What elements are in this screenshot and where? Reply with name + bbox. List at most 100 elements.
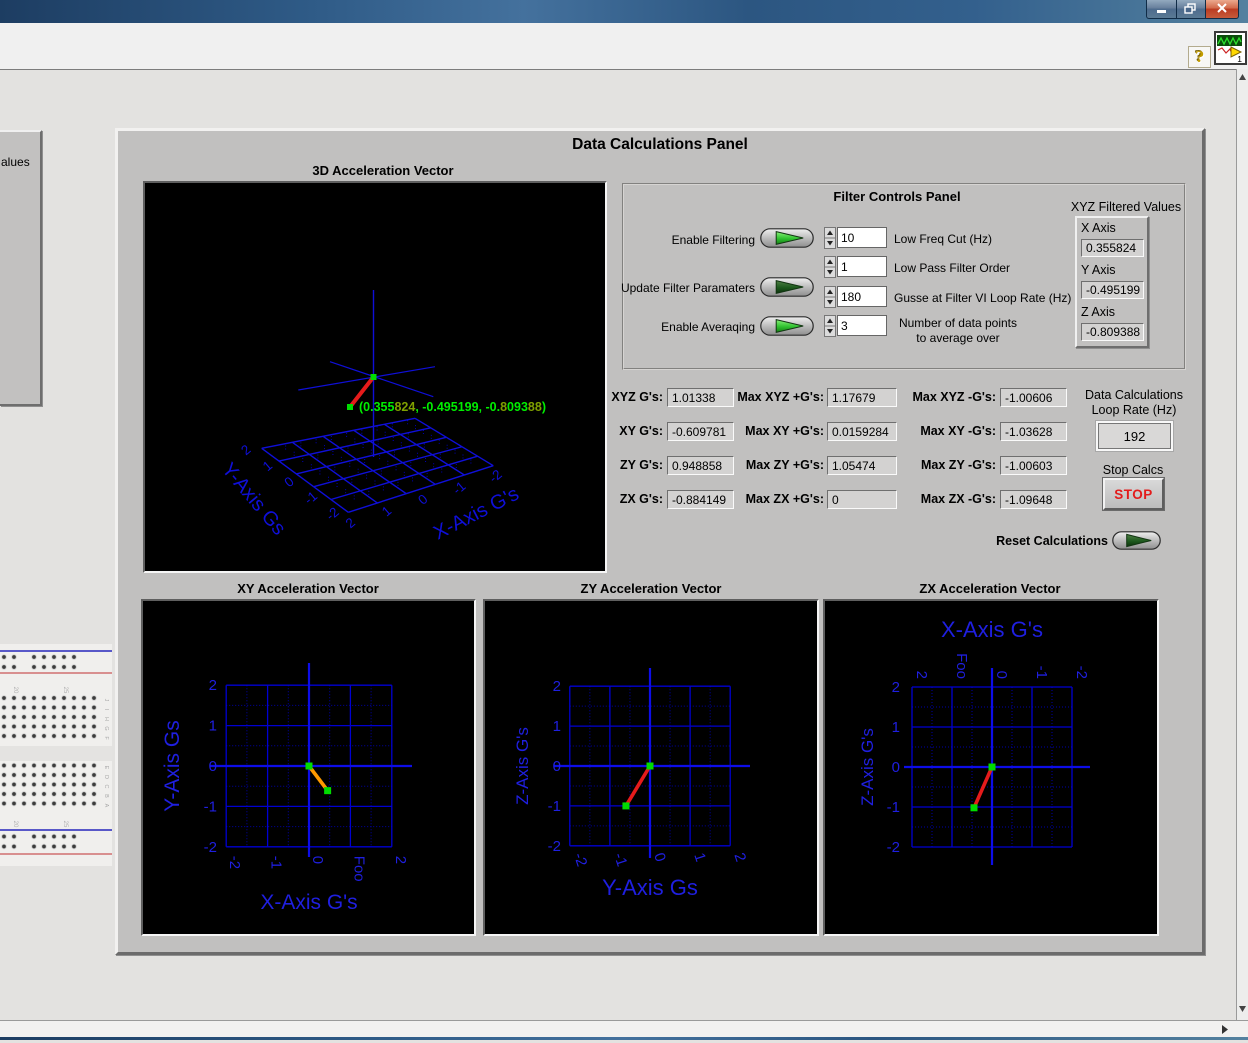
readout-value: -1.09648	[1000, 490, 1067, 509]
svg-text:-2: -2	[204, 839, 217, 856]
svg-text:20: 20	[12, 687, 18, 694]
svg-text:-2: -2	[1073, 666, 1090, 679]
svg-text:X-Axis G's: X-Axis G's	[941, 617, 1043, 642]
left-partial-panel	[0, 130, 42, 406]
svg-text:0: 0	[553, 758, 561, 775]
svg-text:J: J	[103, 699, 109, 702]
zy-plot-title: ZY Acceleration Vector	[501, 581, 801, 596]
svg-text:-2: -2	[887, 839, 900, 856]
zx-plot-canvas[interactable]: 210-1-22Foo0-1-2Z-Axis G'sX-Axis G's	[825, 601, 1157, 934]
svg-text:C: C	[103, 785, 109, 789]
svg-text:Y-Axis Gs: Y-Axis Gs	[602, 875, 698, 900]
svg-text:H: H	[103, 717, 109, 721]
toggle-label: Update Filter Paramaters	[555, 281, 755, 296]
svg-text:Y-Axis Gs: Y-Axis Gs	[217, 459, 290, 540]
svg-text:-1: -1	[301, 488, 320, 507]
readout-label: Max XY -G's:	[846, 424, 996, 439]
stop-calcs-label: Stop Calcs	[1033, 463, 1233, 478]
svg-text:D: D	[103, 775, 109, 779]
help-button[interactable]: ?	[1188, 46, 1211, 68]
svg-text:E: E	[103, 766, 109, 770]
svg-text:0: 0	[993, 671, 1010, 679]
svg-text:-2: -2	[548, 838, 561, 855]
svg-text:-1: -1	[548, 798, 561, 815]
svg-text:0: 0	[209, 758, 217, 775]
readout-label: XY G's:	[513, 424, 663, 439]
readout-label: Max ZX -G's:	[846, 492, 996, 507]
zy-plot-canvas[interactable]: 210-1-2-2-1012Z-Axis G'sY-Axis Gs	[485, 601, 817, 934]
numeric-field-0[interactable]: 10	[837, 227, 887, 248]
svg-text:1: 1	[260, 458, 275, 474]
svg-text:Foo: Foo	[953, 653, 970, 679]
axis-label: Y Axis	[1081, 263, 1116, 278]
axis-label: X Axis	[1081, 221, 1116, 236]
svg-text:Foo: Foo	[350, 856, 367, 882]
svg-text:-1: -1	[204, 798, 217, 815]
svg-text:1: 1	[1237, 54, 1242, 63]
toolbar[interactable]	[0, 44, 1248, 70]
stop-button[interactable]: STOP	[1103, 478, 1164, 510]
toggle-2[interactable]	[760, 316, 814, 344]
axis-value: -0.495199	[1081, 281, 1144, 299]
svg-text:2: 2	[343, 515, 358, 531]
breadboard-image: 20202525JIHGFEDCBA	[0, 644, 112, 866]
svg-text:Y-Axis Gs: Y-Axis Gs	[161, 720, 184, 811]
panel-title: Data Calculations Panel	[460, 137, 860, 152]
svg-text:1: 1	[690, 851, 709, 864]
close-button[interactable]	[1205, 0, 1239, 19]
numeric-label-1: Low Pass Filter Order	[894, 261, 1010, 276]
svg-text:-2: -2	[570, 851, 590, 869]
svg-text:1: 1	[892, 719, 900, 736]
minimize-button[interactable]	[1146, 0, 1177, 19]
enable-filtering-toggle[interactable]	[760, 228, 814, 251]
numeric-field-2[interactable]: 180	[837, 286, 887, 307]
window-titlebar[interactable]	[0, 0, 1248, 24]
xy-plot-title: XY Acceleration Vector	[158, 581, 458, 596]
svg-text:25: 25	[62, 821, 68, 828]
toggle-0[interactable]	[760, 228, 814, 256]
svg-text:-1: -1	[268, 856, 285, 869]
update-filter-paramaters-toggle[interactable]	[760, 277, 814, 300]
scroll-arrows	[1237, 69, 1248, 1020]
xyz-filtered-title: XYZ Filtered Values	[1026, 200, 1226, 215]
vi-icon[interactable]: 1	[1214, 31, 1247, 65]
close-icon	[1206, 0, 1238, 17]
svg-text:B: B	[103, 794, 109, 798]
toggle-1[interactable]	[760, 277, 814, 305]
numeric-field-1[interactable]: 1	[837, 256, 887, 277]
svg-text:-2: -2	[226, 856, 243, 869]
svg-text:2: 2	[553, 678, 561, 695]
svg-text:Z-Axis G's: Z-Axis G's	[858, 728, 877, 806]
menu-bar[interactable]	[0, 23, 1248, 45]
xy-plot-canvas[interactable]: 210-1-2-2-10Foo2Y-Axis GsX-Axis G's	[143, 601, 474, 934]
reset-toggle[interactable]	[1112, 531, 1161, 558]
enable-averaqing-toggle[interactable]	[760, 316, 814, 339]
loop-rate-label-line1: Data Calculations	[1034, 388, 1234, 403]
svg-text:-2: -2	[323, 504, 342, 523]
numeric-spinner-3[interactable]	[824, 315, 836, 337]
svg-text:A: A	[103, 804, 109, 808]
readout-value: -1.03628	[1000, 422, 1067, 441]
svg-text:25: 25	[62, 687, 68, 694]
svg-text:1: 1	[209, 718, 217, 735]
svg-text:0: 0	[281, 474, 296, 490]
numeric-label-2: Gusse at Filter VI Loop Rate (Hz)	[894, 291, 1071, 306]
svg-text:-1: -1	[610, 851, 630, 869]
numeric-spinner-2[interactable]	[824, 286, 836, 308]
horizontal-scrollbar[interactable]	[0, 1020, 1248, 1038]
svg-text:G: G	[103, 726, 109, 730]
reset-calculations-label: Reset Calculations	[948, 534, 1108, 549]
svg-text:0: 0	[650, 851, 669, 864]
svg-text:1: 1	[379, 503, 394, 519]
numeric-spinner-1[interactable]	[824, 256, 836, 278]
vertical-scrollbar[interactable]	[1236, 69, 1248, 1020]
hscroll-glyph	[0, 1021, 1248, 1038]
svg-text:X-Axis G's: X-Axis G's	[430, 483, 523, 545]
toggle-label: Enable Filtering	[555, 233, 755, 248]
numeric-spinner-0[interactable]	[824, 227, 836, 249]
plot3d-canvas[interactable]: (0.355824, -0.495199, -0.809388)210-1-22…	[145, 183, 605, 571]
readout-label: XYZ G's:	[513, 390, 663, 405]
reset-calculations-toggle[interactable]	[1112, 531, 1161, 553]
svg-text:2: 2	[238, 442, 253, 458]
maximize-button[interactable]	[1176, 0, 1206, 19]
